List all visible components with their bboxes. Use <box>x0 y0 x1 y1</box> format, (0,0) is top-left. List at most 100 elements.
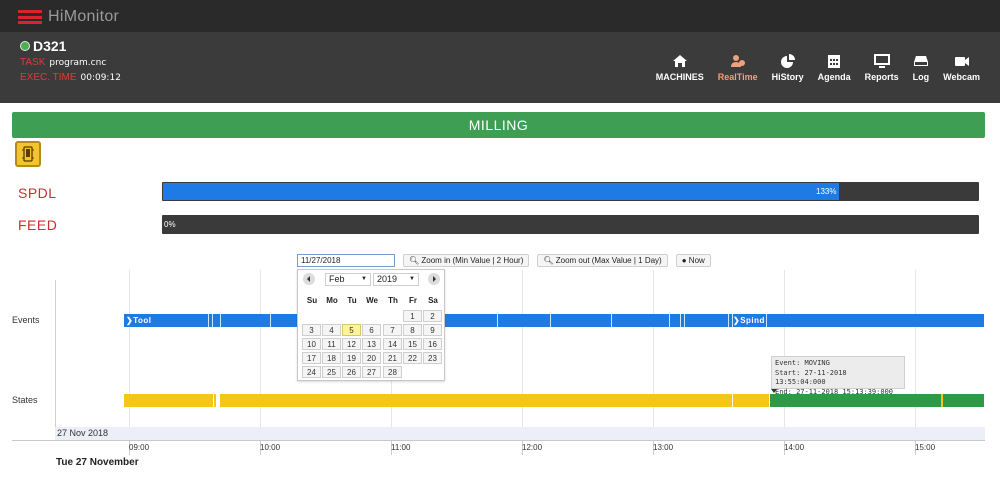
event-divider <box>212 314 213 327</box>
calendar-day[interactable]: 13 <box>362 338 381 350</box>
app-title: HiMonitor <box>48 8 120 25</box>
state-segment[interactable] <box>124 394 213 407</box>
mode-toggle-button[interactable] <box>15 141 41 167</box>
date-picker: Feb ▼ 2019 ▼ Su Mo Tu We Th Fr Sa 1 2 3 4 5 6 7 8 9 10 11 12… <box>297 269 445 381</box>
zoom-out-icon: 🔍︎ <box>543 256 554 265</box>
state-segment[interactable] <box>214 394 216 407</box>
exec-time-row: EXEC. TIME 00:09:12 <box>20 72 121 83</box>
phone-icon <box>22 146 34 162</box>
task-row: TASK program.cnc <box>20 57 106 68</box>
calendar-day[interactable]: 3 <box>302 324 321 336</box>
machine-name: D321 <box>33 38 67 54</box>
event-divider <box>497 314 498 327</box>
date-strip: 27 Nov 2018 <box>55 427 985 440</box>
event-divider <box>550 314 551 327</box>
now-label: Now <box>688 256 705 265</box>
spdl-bar-fill <box>163 183 839 200</box>
state-segment[interactable] <box>220 394 732 407</box>
logo-mark-icon <box>18 10 42 24</box>
calendar-day[interactable]: 2 <box>423 310 442 322</box>
zoom-in-button[interactable]: 🔍︎ Zoom in (Min Value | 2 Hour) <box>403 254 530 267</box>
calendar-day[interactable]: 5 <box>342 324 361 336</box>
year-select[interactable]: 2019 ▼ <box>373 273 419 286</box>
calendar-day[interactable]: 18 <box>322 352 341 364</box>
zoom-out-button[interactable]: 🔍︎ Zoom out (Max Value | 1 Day) <box>537 254 668 267</box>
nav-agenda[interactable]: Agenda <box>818 54 851 82</box>
state-segment-moving[interactable] <box>943 394 984 407</box>
date-input[interactable]: 11/27/2018 <box>297 254 395 267</box>
weekday-header: We <box>366 296 378 305</box>
now-button[interactable]: ● Now <box>675 254 711 267</box>
calendar-day[interactable]: 26 <box>342 366 361 378</box>
event-divider <box>220 314 221 327</box>
gridline <box>915 270 916 440</box>
hour-label: 13:00 <box>653 443 674 452</box>
tooltip-arrow-icon <box>771 389 777 393</box>
hour-label: 09:00 <box>129 443 150 452</box>
calendar-day[interactable]: 22 <box>403 352 422 364</box>
next-month-button[interactable] <box>428 273 440 285</box>
nav-machines[interactable]: MACHINES <box>656 54 704 82</box>
state-segment[interactable] <box>733 394 769 407</box>
calendar-day[interactable]: 1 <box>403 310 422 322</box>
chevron-right-icon <box>433 276 436 282</box>
calendar-day[interactable]: 4 <box>322 324 341 336</box>
gridline <box>784 270 785 440</box>
month-select[interactable]: Feb ▼ <box>325 273 371 286</box>
calendar-day[interactable]: 10 <box>302 338 321 350</box>
nav-machines-label: MACHINES <box>655 72 704 82</box>
events-track[interactable]: ❯Tool ❯Spind <box>124 314 984 327</box>
main-nav: MACHINES RealTime HiStory Agenda Reports… <box>642 54 980 82</box>
calendar-day[interactable]: 8 <box>403 324 422 336</box>
timeline-controls: 11/27/2018 🔍︎ Zoom in (Min Value | 2 Hou… <box>297 254 711 267</box>
nav-log-label: Log <box>912 72 930 82</box>
month-value: Feb <box>329 274 345 284</box>
calendar-day[interactable]: 12 <box>342 338 361 350</box>
calendar-day[interactable]: 9 <box>423 324 442 336</box>
hour-label: 12:00 <box>522 443 543 452</box>
nav-history[interactable]: HiStory <box>772 54 804 82</box>
event-spindle-label: ❯Spind <box>733 316 765 325</box>
calendar-day[interactable]: 6 <box>362 324 381 336</box>
monitor-icon <box>873 54 890 68</box>
event-divider <box>270 314 271 327</box>
machine-header: D321 TASK program.cnc EXEC. TIME 00:09:12 … <box>0 32 1000 103</box>
calendar-day[interactable]: 19 <box>342 352 361 364</box>
nav-webcam[interactable]: Webcam <box>943 54 980 82</box>
calendar-day[interactable]: 16 <box>423 338 442 350</box>
zoom-in-label: Zoom in (Min Value | 2 Hour) <box>421 256 524 265</box>
calendar-day[interactable]: 17 <box>302 352 321 364</box>
calendar-day[interactable]: 21 <box>383 352 402 364</box>
calendar-day[interactable]: 24 <box>302 366 321 378</box>
calendar-day[interactable]: 23 <box>423 352 442 364</box>
calendar-day[interactable]: 11 <box>322 338 341 350</box>
nav-webcam-label: Webcam <box>943 72 980 82</box>
calendar-day[interactable]: 27 <box>362 366 381 378</box>
nav-log[interactable]: Log <box>912 54 930 82</box>
exec-time-value: 00:09:12 <box>80 73 121 83</box>
gridline <box>653 270 654 440</box>
calendar-day[interactable]: 14 <box>383 338 402 350</box>
caret-down-icon: ▼ <box>361 276 367 282</box>
event-divider <box>208 314 209 327</box>
task-label: TASK <box>20 57 46 68</box>
calendar-day[interactable]: 25 <box>322 366 341 378</box>
zoom-in-icon: 🔍︎ <box>409 256 420 265</box>
tooltip-start: Start: 27-11-2018 13:55:04:000 <box>775 368 847 387</box>
calendar-day[interactable]: 28 <box>383 366 402 378</box>
event-divider <box>766 314 767 327</box>
calendar-day[interactable]: 20 <box>362 352 381 364</box>
nav-history-label: HiStory <box>771 72 804 82</box>
prev-month-button[interactable] <box>303 273 315 285</box>
app-logo[interactable]: HiMonitor <box>18 8 119 26</box>
time-axis <box>12 440 985 441</box>
status-dot-icon <box>20 41 30 51</box>
nav-realtime[interactable]: RealTime <box>718 54 758 82</box>
year-value: 2019 <box>377 274 398 284</box>
hour-label: 14:00 <box>784 443 805 452</box>
calendar-day[interactable]: 15 <box>403 338 422 350</box>
tooltip-end: End: 27-11-2018 15:13:39:000 <box>775 387 894 396</box>
nav-reports[interactable]: Reports <box>865 54 899 82</box>
feed-label: FEED <box>18 217 58 233</box>
calendar-day[interactable]: 7 <box>383 324 402 336</box>
